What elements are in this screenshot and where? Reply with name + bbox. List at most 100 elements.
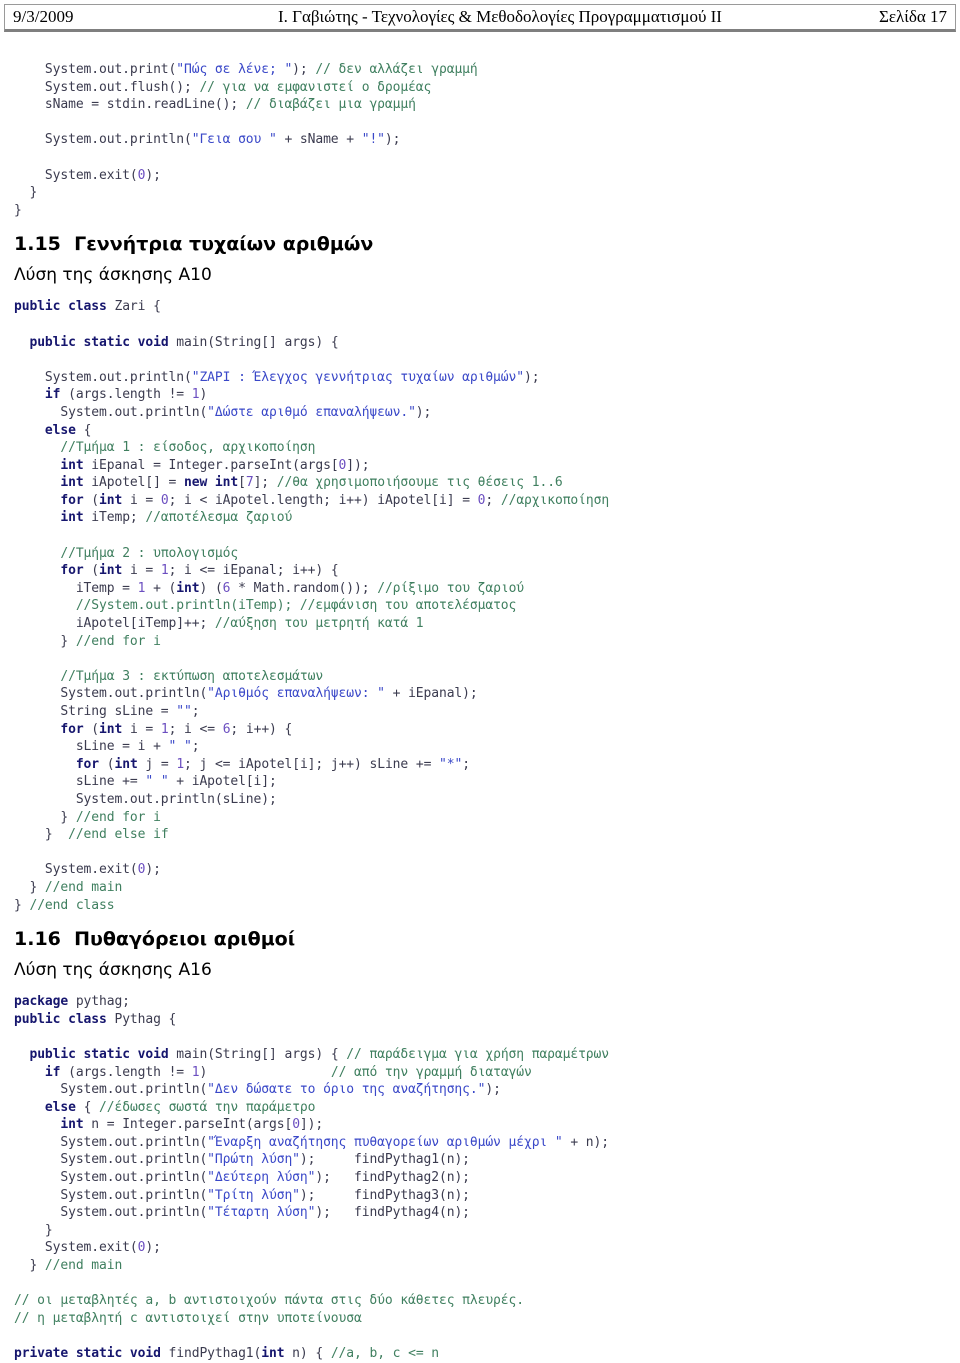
code-token-pln: ]);: [299, 1117, 324, 1133]
code-token-pln: );: [485, 1082, 501, 1098]
code-token-kw: int: [60, 1117, 84, 1133]
code-token-pln: [14, 458, 60, 473]
code-token-num: 7: [245, 475, 254, 491]
code-token-pln: System.exit(: [14, 167, 138, 183]
code-token-pln: System.out.flush();: [14, 79, 200, 95]
code-token-pln: [14, 475, 60, 490]
code-token-pln: j =: [137, 756, 177, 772]
code-token-kw: for: [60, 721, 84, 737]
code-token-cmt: //αρχικοποίηση: [500, 492, 610, 508]
code-token-cmt: //αύξηση του μετρητή κατά 1: [214, 616, 424, 632]
code-token-kw: int: [114, 756, 138, 772]
code-token-str: "ΖΑΡΙ : Έλεγχος γεννήτριας τυχαίων αριθμ…: [191, 369, 524, 385]
code-token-pln: main(String[] args) {: [168, 1046, 347, 1062]
code-token-pln: );: [292, 62, 316, 77]
code-token-pln: (: [83, 721, 100, 737]
code-token-pln: + sName +: [276, 132, 362, 148]
code-token-pln: [14, 563, 60, 578]
code-token-pln: {: [75, 422, 92, 438]
code-token-pln: n = Integer.parseInt(args[: [83, 1117, 293, 1133]
code-token-pln: }: [14, 185, 38, 201]
code-token-str: "Δεν δώσατε το όριο της αναζήτησης.": [207, 1082, 486, 1098]
code-token-cmt: //end main: [44, 879, 123, 895]
code-token-pln: ; j <= iApotel[i]; j++) sLine +=: [184, 756, 440, 772]
code-token-pln: System.out.println(: [14, 404, 208, 420]
code-token-pln: ); findPythag3(n);: [299, 1187, 470, 1203]
code-token-pln: sLine +=: [14, 774, 146, 790]
section-heading-1-16: 1.16 Πυθαγόρειοι αριθμοί: [14, 928, 296, 951]
code-token-cmt: //Τμήμα 1 : είσοδος, αρχικοποίηση: [60, 440, 316, 456]
code-token-pln: iTemp =: [14, 580, 138, 596]
code-token-pln: sName = stdin.readLine();: [14, 97, 246, 113]
code-token-cmt: //end for i: [75, 633, 161, 649]
code-token-pln: ;: [485, 492, 501, 508]
code-token-pln: iApotel[] =: [83, 475, 185, 491]
code-token-pln: ; i <= iEpanal; i++) {: [168, 563, 339, 579]
code-token-kw: int: [60, 510, 84, 526]
code-token-pln: }: [14, 1222, 53, 1238]
code-token-pln: ];: [253, 475, 277, 491]
code-token-pln: [14, 546, 60, 561]
code-token-kw: int: [60, 457, 84, 473]
code-token-pln: ; i < iApotel.length; i++) iApotel[i] =: [168, 492, 478, 508]
code-token-pln: (: [83, 492, 100, 508]
code-token-str: "Πώς σε λένε; ": [176, 62, 293, 77]
code-token-pln: ); findPythag1(n);: [299, 1152, 470, 1168]
code-token-str: " ": [145, 774, 169, 790]
code-token-pln: ; i++) {: [230, 721, 293, 737]
code-token-pln: [14, 598, 76, 613]
code-token-str: "Τρίτη λύση": [207, 1187, 300, 1203]
code-token-cmt: // από την γραμμή διαταγών: [330, 1064, 532, 1080]
code-token-pln: [14, 669, 60, 684]
code-token-pln: sLine = i +: [14, 739, 169, 755]
code-token-cmt: // παράδειγμα για χρήση παραμέτρων: [346, 1046, 609, 1062]
code-token-cmt: //end class: [29, 897, 115, 913]
header-page-number: Σελίδα 17: [878, 7, 947, 26]
code-token-pln: [14, 1047, 29, 1062]
code-token-kw: new int: [184, 475, 239, 491]
code-block-intro: System.out.print("Πώς σε λένε; "); // δε…: [0, 61, 960, 219]
code-token-pln: pythag;: [68, 994, 130, 1010]
code-token-cmt: // η μεταβλητή c αντιστοιχεί στην υποτεί…: [14, 1310, 362, 1326]
code-token-pln: );: [384, 132, 401, 148]
code-token-num: 0: [160, 492, 169, 508]
code-token-kw: private static void: [14, 1346, 161, 1361]
code-token-str: "Δώστε αριθμό επαναλήψεων.": [207, 404, 416, 420]
code-token-pln: + (: [145, 580, 177, 596]
code-token-kw: public class: [14, 1011, 107, 1027]
code-token-pln: [14, 1100, 45, 1115]
code-token-pln: [14, 510, 60, 525]
code-token-pln: i =: [122, 492, 161, 508]
code-token-cmt: //Τμήμα 2 : υπολογισμός: [60, 545, 239, 561]
code-token-cmt: // διαβάζει μια γραμμή: [245, 97, 416, 113]
code-token-str: "Έναρξη αναζήτησης πυθαγορείων αριθμών μ…: [207, 1134, 563, 1150]
code-token-cmt: //end else if: [68, 827, 169, 843]
code-token-num: 1: [176, 756, 185, 772]
code-token-cmt: //αποτέλεσμα ζαριού: [145, 510, 293, 526]
code-token-pln: );: [415, 404, 432, 420]
code-token-pln: System.out.println(: [14, 686, 208, 702]
code-token-pln: }: [14, 633, 76, 649]
code-token-pln: }: [14, 809, 76, 825]
code-token-pln: n) {: [284, 1346, 331, 1361]
code-token-cmt: //System.out.println(iTemp); //εμφάνιση …: [75, 598, 517, 614]
code-token-pln: String sLine =: [14, 704, 177, 719]
code-token-pln: System.out.println(: [14, 1134, 208, 1150]
code-block-zari: public class Zari { public static void m…: [0, 298, 960, 914]
code-token-pln: System.out.println(: [14, 1082, 208, 1098]
document-body: System.out.print("Πώς σε λένε; "); // δε…: [0, 32, 960, 1363]
code-token-pln: );: [523, 369, 540, 385]
code-token-cmt: // δεν αλλάζει γραμμή: [315, 62, 478, 77]
header-date: 9/3/2009: [13, 7, 74, 26]
code-token-pln: System.out.print(: [14, 62, 177, 77]
code-token-pln: [: [238, 475, 246, 491]
code-token-str: "": [176, 704, 192, 719]
code-token-pln: [14, 1117, 60, 1132]
code-token-kw: public static void: [29, 1046, 169, 1062]
code-token-pln: );: [145, 862, 161, 878]
code-token-pln: * Math.random());: [230, 580, 378, 596]
code-token-kw: for: [75, 756, 100, 772]
code-token-pln: [14, 757, 76, 772]
code-token-str: "Γεια σου ": [191, 132, 277, 148]
code-token-str: "Πρώτη λύση": [207, 1152, 300, 1168]
